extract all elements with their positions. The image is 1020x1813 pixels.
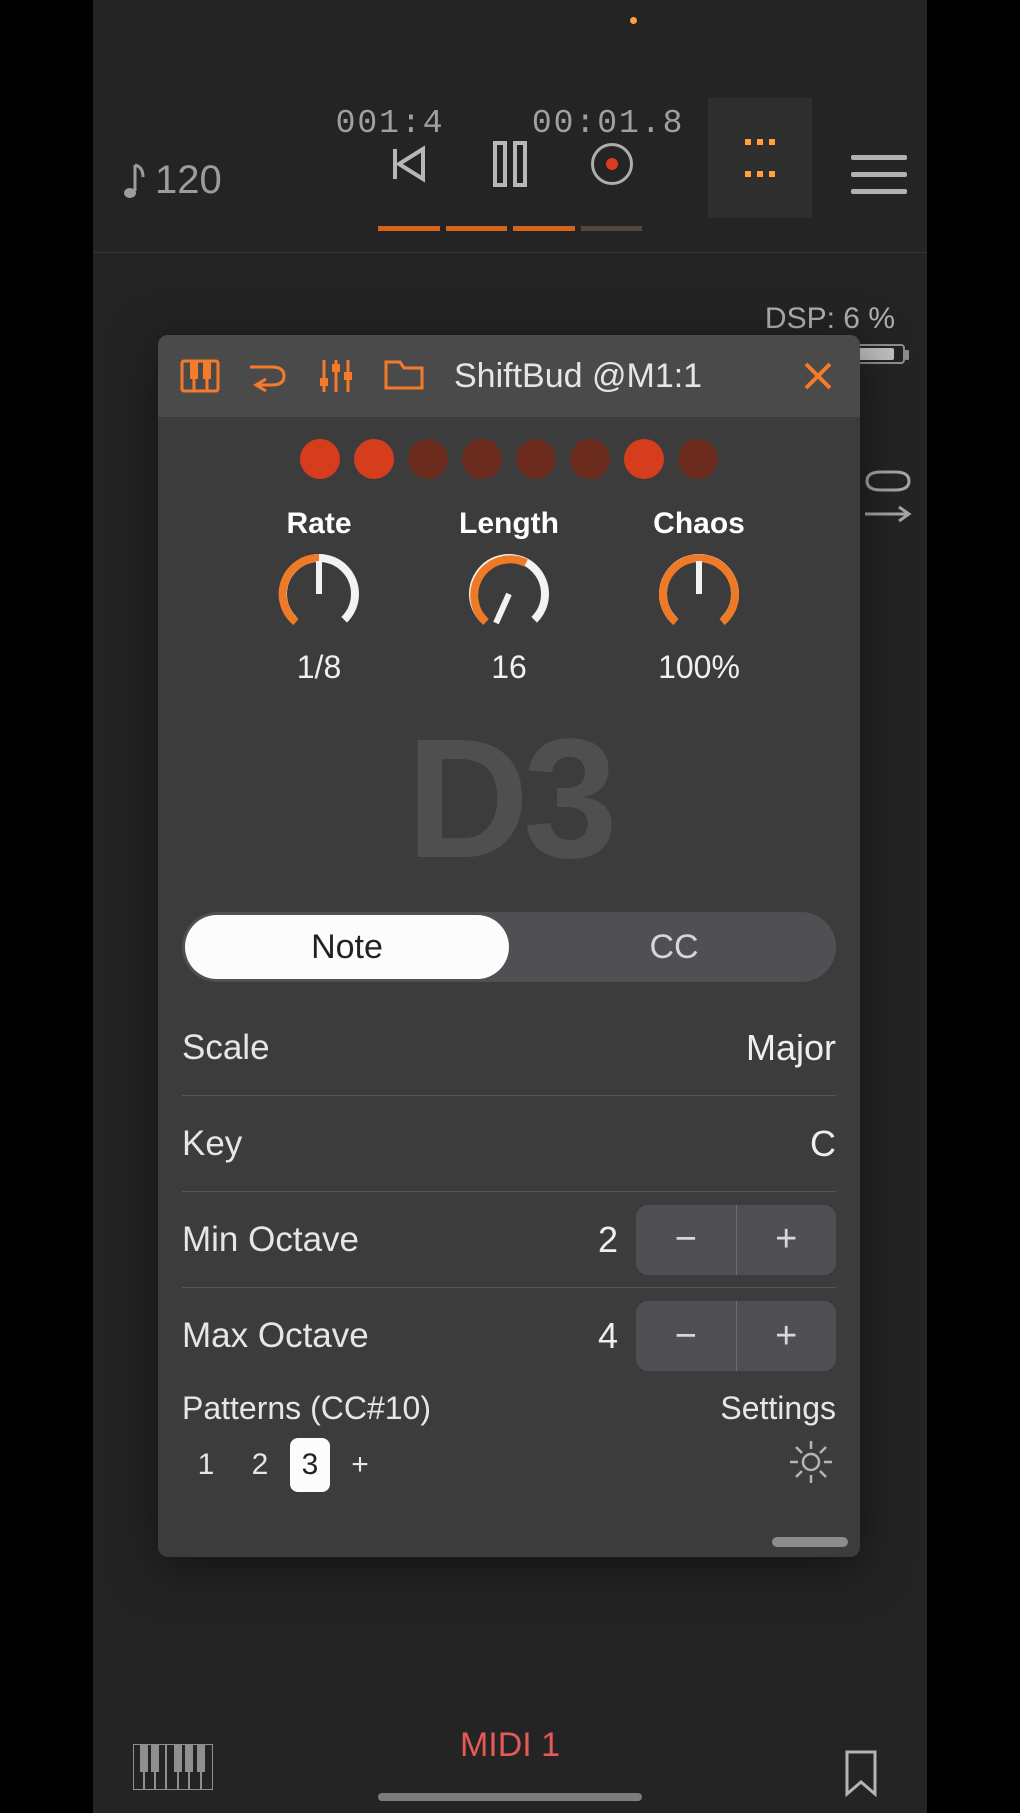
patterns-label: Patterns (CC#10) [182,1390,431,1427]
tab-note[interactable]: Note [185,915,509,979]
app-frame: 001:4 00:01.8 120 [93,0,927,1813]
knob-label: Length [439,507,579,541]
step-dot[interactable] [408,439,448,479]
bar-beat: 001:4 [336,105,445,142]
routing-icon[interactable] [859,468,915,528]
step-indicator-row[interactable] [158,439,860,479]
pause-button[interactable] [486,140,534,188]
current-note-display: D3 [158,714,860,884]
knob-value: 16 [439,649,579,686]
pattern-button[interactable]: 2 [236,1438,284,1492]
settings-button[interactable] [786,1437,836,1492]
knob-dial-icon [656,551,742,637]
route-icon [246,358,290,394]
length-knob[interactable]: Length 16 [439,507,579,686]
step-dot[interactable] [462,439,502,479]
bookmark-button[interactable] [843,1750,879,1803]
row-value: Major [746,1027,836,1069]
pattern-button[interactable]: 3 [290,1438,330,1492]
knob-dial-icon [276,551,362,637]
chaos-knob[interactable]: Chaos 100% [629,507,769,686]
key-row[interactable]: Key C [182,1096,836,1192]
knob-value: 100% [629,649,769,686]
row-label: Min Octave [182,1220,359,1260]
add-pattern-button[interactable]: + [336,1438,384,1492]
patterns-bar: 1 2 3 + [182,1437,836,1492]
knob-value: 1/8 [249,649,389,686]
record-icon [591,143,633,185]
knob-row: Rate 1/8 Length 16 Chaos [158,507,860,686]
knob-dial-icon [466,551,552,637]
step-dot[interactable] [570,439,610,479]
status-indicator-dot [630,17,637,24]
skip-back-icon [387,143,429,185]
battery-icon [855,344,905,364]
rate-knob[interactable]: Rate 1/8 [249,507,389,686]
close-icon [802,360,834,392]
plugin-panel: ShiftBud @M1:1 Rate [158,335,860,1557]
song-position-readout: 001:4 00:01.8 [336,105,685,142]
keyboard-icon [180,359,220,393]
step-dot[interactable] [678,439,718,479]
pattern-button[interactable]: 1 [182,1438,230,1492]
min-octave-row: Min Octave 2 − + [182,1192,836,1288]
row-label: Scale [182,1028,270,1068]
min-octave-stepper: − + [636,1205,836,1275]
sliders-icon [316,356,356,396]
menu-button[interactable] [851,155,907,194]
patterns-header: Patterns (CC#10) Settings [182,1390,836,1427]
files-tab-button[interactable] [382,354,426,398]
level-meter[interactable] [708,98,812,218]
row-value: 4 [598,1315,618,1357]
tempo-display[interactable]: 120 [123,158,222,203]
resize-handle[interactable] [772,1537,848,1547]
tempo-value: 120 [155,158,222,203]
tab-cc[interactable]: CC [512,912,836,982]
panel-header: ShiftBud @M1:1 [158,335,860,417]
eighth-note-icon [123,161,145,201]
max-octave-row: Max Octave 4 − + [182,1288,836,1384]
dsp-readout: DSP: 6 % [765,302,895,336]
piano-keys-icon [133,1744,213,1790]
settings-label: Settings [720,1390,836,1427]
scale-row[interactable]: Scale Major [182,1000,836,1096]
folder-icon [382,358,426,394]
decrement-button[interactable]: − [636,1205,737,1275]
step-dot[interactable] [354,439,394,479]
keyboard-tab-button[interactable] [178,354,222,398]
transport-controls [384,140,636,188]
plugin-title: ShiftBud @M1:1 [454,357,772,396]
increment-button[interactable]: + [737,1205,837,1275]
record-button[interactable] [588,140,636,188]
knob-label: Chaos [629,507,769,541]
knob-label: Rate [249,507,389,541]
mixer-tab-button[interactable] [314,354,358,398]
max-octave-stepper: − + [636,1301,836,1371]
increment-button[interactable]: + [737,1301,837,1371]
row-value: C [810,1123,836,1165]
row-label: Key [182,1124,242,1164]
step-dot[interactable] [516,439,556,479]
step-dot[interactable] [624,439,664,479]
gear-icon [786,1437,836,1487]
row-value: 2 [598,1219,618,1261]
routing-tab-button[interactable] [246,354,290,398]
keyboard-button[interactable] [133,1744,213,1790]
pause-icon [491,141,529,187]
row-label: Max Octave [182,1316,369,1356]
close-panel-button[interactable] [796,354,840,398]
note-cc-segmented[interactable]: Note CC [182,912,836,982]
home-indicator[interactable] [378,1793,642,1801]
transport-progress [378,226,642,231]
decrement-button[interactable]: − [636,1301,737,1371]
clock-time: 00:01.8 [532,105,685,142]
rewind-button[interactable] [384,140,432,188]
bookmark-icon [843,1750,879,1798]
step-dot[interactable] [300,439,340,479]
